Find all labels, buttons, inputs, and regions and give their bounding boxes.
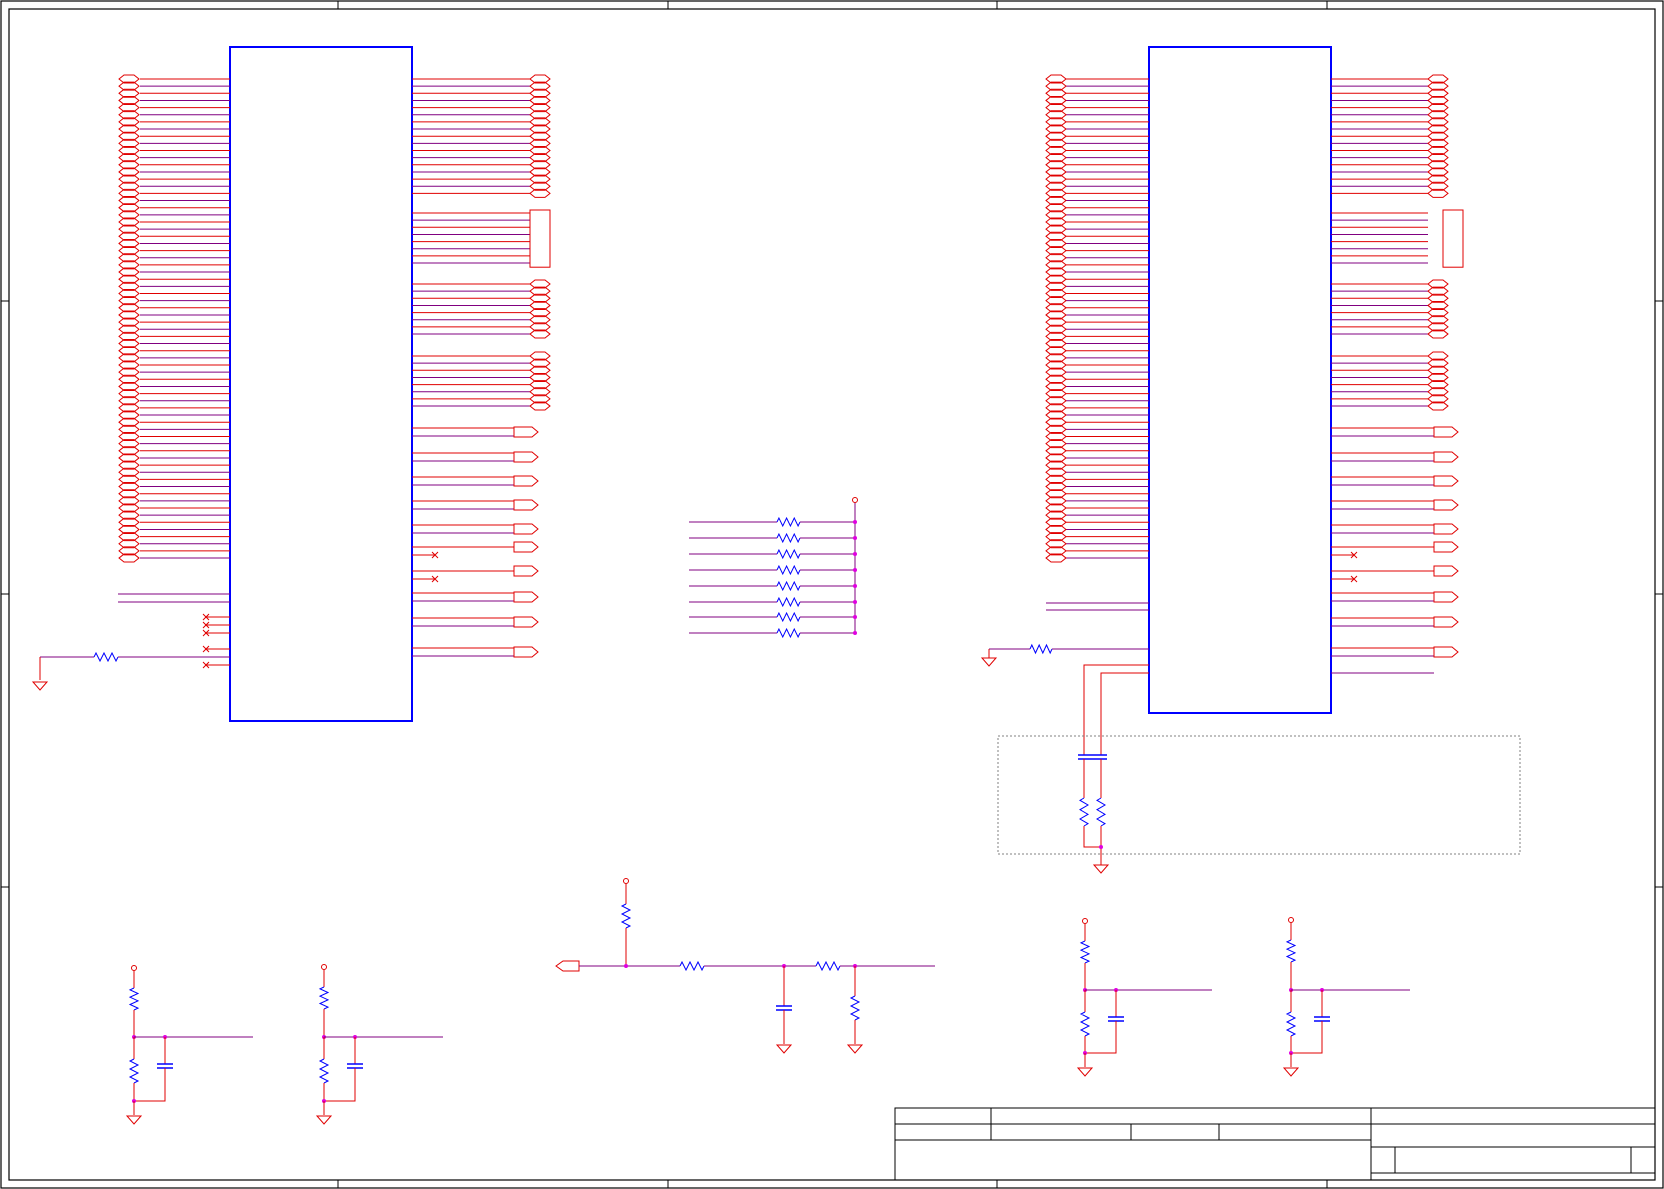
ground-icon bbox=[125, 1115, 143, 1125]
port-connector-icon bbox=[513, 499, 539, 511]
ic-u2-left-pins bbox=[980, 74, 1149, 874]
resistor-network bbox=[689, 497, 858, 639]
resistor-symbol bbox=[1096, 797, 1106, 827]
junction-dot bbox=[853, 584, 857, 588]
port-connector-icon bbox=[513, 591, 539, 603]
power-flag-icon bbox=[321, 964, 327, 970]
junction-dot bbox=[853, 520, 857, 524]
port-connector-icon bbox=[1433, 499, 1459, 511]
title-block bbox=[894, 1107, 1656, 1181]
resistor-symbol bbox=[776, 611, 801, 623]
sheet-inner-border bbox=[8, 8, 1656, 1181]
ground-icon bbox=[980, 657, 998, 667]
port-connector-icon bbox=[513, 475, 539, 487]
port-connector-icon bbox=[1433, 591, 1459, 603]
resistor-symbol bbox=[93, 651, 119, 663]
junction-dot bbox=[624, 964, 628, 968]
lower-circuits bbox=[125, 878, 1410, 1125]
resistor-symbol bbox=[1079, 1011, 1091, 1037]
resistor-symbol bbox=[776, 532, 801, 544]
dashed-region-box bbox=[997, 735, 1521, 855]
junction-dot bbox=[853, 615, 857, 619]
ic-u1-right-pins bbox=[412, 74, 551, 658]
resistor-symbol bbox=[318, 1058, 330, 1084]
port-connector-icon bbox=[1433, 426, 1459, 438]
resistor-symbol bbox=[1285, 939, 1297, 963]
junction-dot bbox=[853, 631, 857, 635]
port-connector-icon bbox=[1433, 541, 1459, 553]
schematic-sheet bbox=[0, 0, 1664, 1189]
power-flag-icon bbox=[623, 878, 629, 884]
resistor-symbol bbox=[1029, 643, 1053, 655]
resistor-symbol bbox=[849, 995, 861, 1021]
ic-u2-right-pins bbox=[1331, 74, 1464, 674]
port-connector-icon bbox=[513, 646, 539, 658]
net-wire bbox=[1083, 664, 1149, 755]
resistor-symbol bbox=[776, 564, 801, 576]
port-connector-icon bbox=[513, 565, 539, 577]
power-flag-icon bbox=[1082, 918, 1088, 924]
net-wire bbox=[1100, 672, 1149, 755]
resistor-symbol bbox=[128, 1058, 140, 1084]
resistor-symbol bbox=[679, 960, 705, 972]
resistor-symbol bbox=[1285, 1011, 1297, 1037]
resistor-symbol bbox=[318, 986, 330, 1010]
resistor-symbol bbox=[776, 580, 801, 592]
power-flag-icon bbox=[1288, 917, 1294, 923]
port-connector-icon bbox=[513, 541, 539, 553]
port-connector-icon bbox=[1433, 646, 1459, 658]
ic-u1-body bbox=[229, 46, 413, 722]
port-connector-icon bbox=[513, 451, 539, 463]
junction-dot bbox=[1099, 845, 1103, 849]
ground-icon bbox=[846, 1044, 864, 1054]
ground-icon bbox=[775, 1044, 793, 1054]
port-connector-icon bbox=[1433, 523, 1459, 535]
power-flag-icon bbox=[852, 497, 858, 503]
ground-icon bbox=[315, 1115, 333, 1125]
bus-port-icon bbox=[529, 209, 551, 268]
bus-port-icon bbox=[1442, 209, 1464, 268]
port-connector-icon bbox=[1433, 451, 1459, 463]
ground-icon bbox=[1282, 1067, 1300, 1077]
resistor-symbol bbox=[128, 987, 140, 1011]
net-wire bbox=[1083, 826, 1102, 848]
resistor-symbol bbox=[815, 960, 841, 972]
port-connector-icon bbox=[513, 523, 539, 535]
port-connector-icon bbox=[513, 616, 539, 628]
resistor-symbol bbox=[1079, 940, 1091, 964]
junction-dot bbox=[853, 568, 857, 572]
resistor-symbol bbox=[620, 903, 632, 929]
port-connector-icon bbox=[1433, 565, 1459, 577]
junction-dot bbox=[853, 536, 857, 540]
port-connector-icon bbox=[513, 426, 539, 438]
port-connector-icon bbox=[555, 960, 580, 972]
junction-dot bbox=[853, 552, 857, 556]
ground-icon bbox=[1076, 1067, 1094, 1077]
resistor-symbol bbox=[776, 627, 801, 639]
port-connector-icon bbox=[1433, 475, 1459, 487]
ground-icon bbox=[31, 681, 49, 691]
resistor-symbol bbox=[776, 516, 801, 528]
resistor-symbol bbox=[1079, 797, 1089, 827]
ground-icon bbox=[1092, 864, 1110, 874]
ic-u2-body bbox=[1148, 46, 1332, 714]
port-connector-icon bbox=[1433, 616, 1459, 628]
resistor-symbol bbox=[776, 548, 801, 560]
ic-u1-left-pins bbox=[31, 74, 230, 691]
resistor-symbol bbox=[776, 596, 801, 608]
power-flag-icon bbox=[131, 965, 137, 971]
junction-dot bbox=[853, 600, 857, 604]
